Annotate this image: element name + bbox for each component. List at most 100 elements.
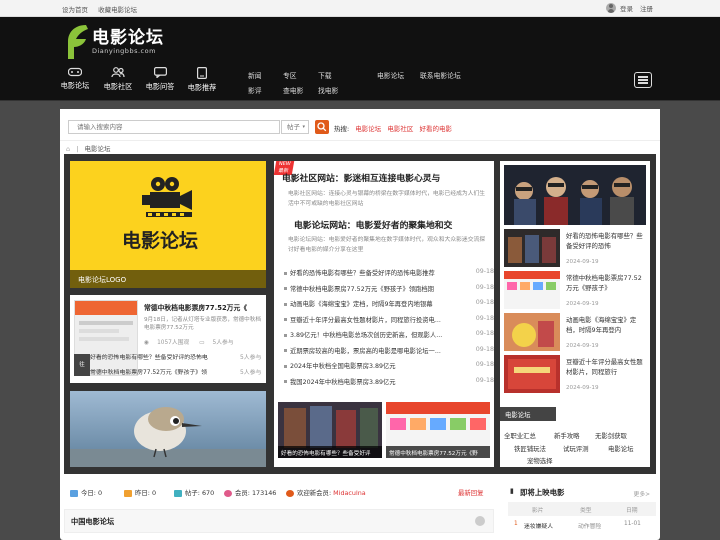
- post-stats: ◉ 1057人围观 ▭ 5人参与: [144, 337, 242, 346]
- forum-tag[interactable]: 无影剑获取: [595, 431, 627, 440]
- stat-posts: 帖子: 670: [174, 488, 214, 497]
- hot-search-link[interactable]: 好看的电影: [419, 125, 452, 133]
- forum-tag[interactable]: 新手攻略: [554, 431, 580, 440]
- news-item[interactable]: 我国2024年中秋档电影票房3.89亿元 09-18: [284, 377, 494, 393]
- news-item-text: 近期票房较高的电影，票房高的电影是哪电影论坛一...: [290, 347, 441, 355]
- featured-caption: 电影论坛LOGO: [70, 270, 266, 288]
- breadcrumb-current[interactable]: 电影论坛: [85, 145, 111, 153]
- cinema-banner[interactable]: [504, 165, 646, 225]
- stat-today-text: 今日: 0: [81, 489, 103, 497]
- nav-qa[interactable]: 电影问答: [138, 67, 182, 92]
- forum-tag[interactable]: 宠物选择: [527, 456, 553, 465]
- forum-tag[interactable]: 铁匠铺玩法: [514, 444, 546, 453]
- headline-1[interactable]: 电影社区网站：影迷相互连接电影心灵与: [282, 171, 440, 184]
- collapse-icon[interactable]: [475, 516, 485, 526]
- post-description: 9月18日，记者从灯塔专业版获悉，常德中秋档电影票房77.52万元: [144, 317, 261, 331]
- news-item[interactable]: 好看的恐怖电影有哪些？些备受好评的恐怖电影推荐 09-18: [284, 268, 494, 284]
- headline-2[interactable]: 电影论坛网站：电影爱好者的聚集地和交: [294, 218, 452, 231]
- nav-review[interactable]: 影评: [248, 85, 262, 95]
- avatar[interactable]: [606, 3, 616, 13]
- news-item-date: 09-18: [475, 283, 494, 291]
- news-list: 好看的恐怖电影有哪些？些备受好评的恐怖电影推荐 09-18 常德中秋档电影票房77…: [284, 268, 494, 392]
- news-thumbnail[interactable]: 好看的恐怖电影有哪些？些备受好评: [278, 402, 382, 458]
- post-title[interactable]: 常德中秋档电影票房77.52万元《: [144, 302, 247, 312]
- nav-contact[interactable]: 联系电影论坛: [420, 70, 461, 80]
- news-item-date: 09-18: [475, 345, 494, 353]
- more-link[interactable]: 更多>: [634, 489, 650, 498]
- movie-type: 动作冒险: [578, 524, 602, 530]
- main-container: 帖子 ▾ 热搜: 电影论坛 电影社区 好看的电影 ⌂ | 电影论坛: [60, 109, 660, 540]
- bookmark-link[interactable]: 收藏电影论坛: [98, 6, 137, 14]
- china-forum-section: 中国电影论坛: [64, 509, 494, 533]
- logo-title: 电影论坛: [92, 28, 164, 48]
- news-item[interactable]: 2024年中秋档全国电影票房3.89亿元 09-18: [284, 361, 494, 377]
- home-icon[interactable]: ⌂: [66, 145, 70, 153]
- row-number: 1: [514, 521, 518, 527]
- news-item-text: 3.89亿元！中秋档电影总场次创历史新高，但观影人...: [290, 332, 443, 339]
- nav-news[interactable]: 新闻: [248, 70, 262, 80]
- site-logo[interactable]: 电影论坛 Dianyingbbs.com: [64, 21, 174, 65]
- search-type-select[interactable]: 帖子 ▾: [281, 120, 309, 134]
- latest-replies-link[interactable]: 最新回复: [458, 488, 484, 497]
- recommend-title: 动画电影《海绵宝宝》定档，时隔9年再登内: [566, 316, 637, 334]
- hot-search-link[interactable]: 电影论坛: [355, 125, 381, 133]
- nav-find-movie[interactable]: 找电影: [318, 85, 338, 95]
- stat-welcome-label: 欢迎新会员:: [297, 489, 332, 497]
- table-row[interactable]: 1 迷妆嫌疑人 动作冒险 11-01: [508, 518, 656, 532]
- stat-members: 会员: 173146: [224, 488, 276, 497]
- featured-logo-card[interactable]: 电影论坛 电影论坛LOGO: [70, 161, 266, 288]
- news-item[interactable]: 常德中秋档电影票房77.52万元《野孩子》领跑档期 09-18: [284, 284, 494, 300]
- news-item[interactable]: 3.89亿元！中秋档电影总场次创历史新高，但观影人... 09-18: [284, 330, 494, 346]
- post-card[interactable]: 往 常德中秋档电影票房77.52万元《 9月18日，记者从灯塔专业版获悉，常德中…: [70, 295, 266, 383]
- post-thumbnail[interactable]: 往: [74, 300, 138, 376]
- set-home-link[interactable]: 设为首页: [62, 6, 88, 14]
- forum-tag[interactable]: 全职业汇总: [504, 431, 536, 440]
- stat-today: 今日: 0: [70, 488, 102, 497]
- film-icon: ▮: [510, 487, 514, 495]
- recommend-item[interactable]: 动画电影《海绵宝宝》定档，时隔9年再登内 2024-09-19: [504, 313, 648, 353]
- news-item[interactable]: 近期票房较高的电影，票房高的电影是哪电影论坛一... 09-18: [284, 346, 494, 362]
- list-item[interactable]: 好看的恐怖电影有哪些？些备受好评的恐怖电 5人参与: [90, 352, 262, 361]
- search-input[interactable]: [68, 120, 280, 134]
- new-member-link[interactable]: Midaculna: [333, 489, 366, 497]
- featured-panel: 电影论坛 电影论坛LOGO 往 常德中秋档电影票房77.52万元《 9月18日，…: [64, 154, 656, 474]
- news-thumbnails: 好看的恐怖电影有哪些？些备受好评 常德中秋档电影票房77.52万元《野: [278, 402, 490, 464]
- recommend-item[interactable]: 好看的恐怖电影有哪些？些备受好评的恐怖 2024-09-19: [504, 229, 648, 269]
- chat-icon: ▭: [199, 340, 205, 346]
- forum-tag[interactable]: 电影论坛: [608, 444, 634, 453]
- news-item[interactable]: 动画电影《海绵宝宝》定档，时隔9年再登内地银幕 09-18: [284, 299, 494, 315]
- list-item-text: 好看的恐怖电影有哪些？些备受好评的恐怖电: [90, 355, 208, 361]
- login-link[interactable]: 登录: [620, 3, 633, 13]
- news-item-date: 09-18: [475, 361, 494, 368]
- recommend-title: 豆瓣近十年评分最高女性题材影片，同程旅行: [566, 358, 643, 376]
- top-bar: 设为首页 收藏电影论坛 登录 注册: [0, 0, 720, 17]
- posts-icon: [174, 489, 182, 497]
- search-type-value: 帖子: [287, 123, 300, 131]
- nav-forum[interactable]: 电影论坛: [53, 67, 97, 91]
- featured-image[interactable]: [70, 391, 266, 467]
- register-link[interactable]: 注册: [640, 3, 653, 13]
- menu-button[interactable]: [634, 72, 652, 88]
- nav-forum-label: 电影论坛: [60, 81, 90, 90]
- hot-search-link[interactable]: 电影社区: [387, 125, 413, 133]
- news-thumbnail[interactable]: 常德中秋档电影票房77.52万元《野: [386, 402, 490, 458]
- nav-zone[interactable]: 专区: [283, 70, 297, 80]
- recommend-item[interactable]: 常德中秋档电影票房77.52万元《野孩子》 2024-09-19: [504, 271, 648, 311]
- section-title[interactable]: 中国电影论坛: [71, 517, 114, 527]
- hot-label: 热搜:: [334, 125, 350, 133]
- news-item[interactable]: 豆瓣近十年评分最高女性题材影片，同程旅行投资电... 09-18: [284, 315, 494, 331]
- top-links: 设为首页 收藏电影论坛: [62, 4, 145, 14]
- news-item-text: 动画电影《海绵宝宝》定档，时隔9年再登内地银幕: [290, 301, 433, 308]
- cinema-audience-image: [504, 165, 646, 225]
- nav-recommend[interactable]: 电影推荐: [180, 67, 224, 93]
- nav-download[interactable]: 下载: [318, 70, 332, 80]
- nav-search-movie[interactable]: 查电影: [283, 85, 303, 95]
- recommend-item[interactable]: 豆瓣近十年评分最高女性题材影片，同程旅行 2024-09-19: [504, 355, 648, 395]
- nav-forum-link[interactable]: 电影论坛: [377, 70, 404, 80]
- nav-community[interactable]: 电影社区: [96, 67, 140, 92]
- bird-image: [70, 391, 266, 467]
- list-item[interactable]: 常德中秋档电影票房77.52万元《野孩子》领 5人参与: [90, 367, 262, 376]
- search-button[interactable]: [315, 120, 329, 134]
- post-joined: 5人参与: [212, 340, 234, 346]
- forum-tag[interactable]: 试玩评测: [563, 444, 589, 453]
